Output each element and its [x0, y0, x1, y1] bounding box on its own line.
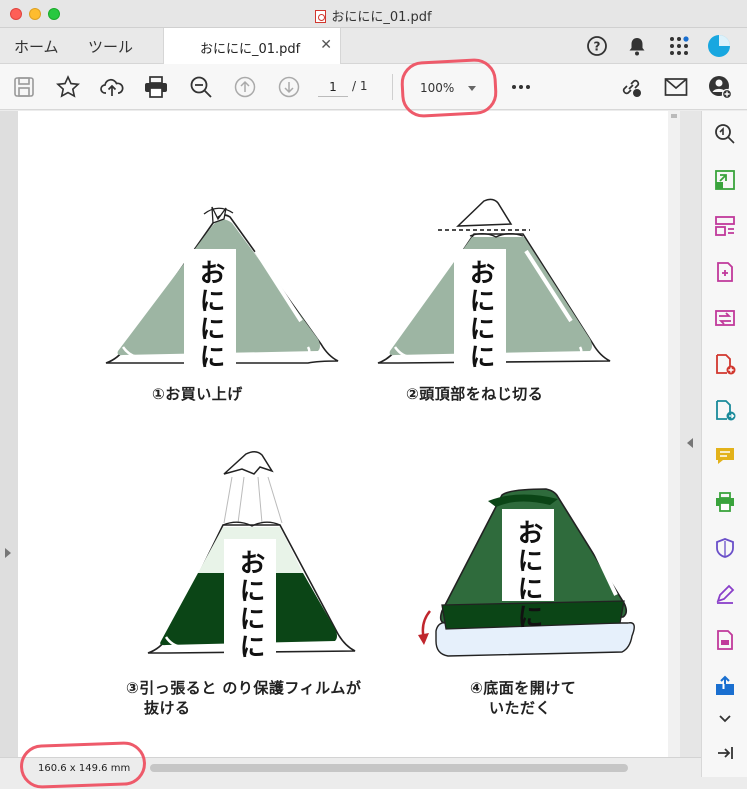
print-icon[interactable] [144, 75, 168, 99]
scrollbar-thumb[interactable] [671, 114, 677, 118]
toolbar: 1 / 1 100% [0, 64, 747, 110]
onigiri-label-2: おににに [465, 259, 495, 371]
toolbar-divider [392, 74, 393, 100]
left-panel-toggle[interactable] [0, 111, 18, 757]
step2-caption: ②頭頂部をねじ切る [406, 385, 544, 403]
annotation-circle-page-size [19, 740, 147, 789]
tab-home[interactable]: ホーム [14, 36, 59, 57]
more-options-icon[interactable] [509, 75, 533, 99]
print-production-icon[interactable] [713, 490, 737, 514]
fill-sign-icon[interactable] [713, 582, 737, 606]
right-panel-toggle[interactable] [680, 111, 701, 757]
share-link-icon[interactable] [619, 75, 643, 99]
tab-document-label: おににに_01.pdf [200, 42, 301, 57]
add-user-icon[interactable] [708, 75, 732, 99]
create-pdf-icon[interactable] [713, 352, 737, 376]
pdf-file-icon [315, 10, 327, 23]
share-upload-icon[interactable] [713, 674, 737, 698]
organize-pages-icon[interactable] [713, 214, 737, 238]
apps-grid-icon[interactable] [667, 34, 691, 58]
step3-caption-line1: ③引っ張ると のり保護フィルムが [126, 679, 362, 697]
step4-caption-line1: ④底面を開けて [470, 679, 577, 697]
page-number-input[interactable]: 1 [318, 77, 348, 97]
tab-bar: ホーム ツール おににに_01.pdf ✕ ? [0, 28, 747, 64]
svg-text:?: ? [594, 40, 601, 54]
scan-ocr-icon[interactable] [713, 628, 737, 652]
compare-files-icon[interactable] [713, 306, 737, 330]
search-zoom-icon[interactable] [713, 122, 737, 146]
collapse-panel-icon[interactable] [713, 741, 737, 765]
expand-left-icon [5, 548, 11, 558]
comment-icon[interactable] [713, 444, 737, 468]
onigiri-label-4: おににに [513, 519, 543, 631]
window-title: おににに_01.pdf [0, 6, 747, 25]
close-tab-icon[interactable]: ✕ [320, 37, 332, 53]
upload-cloud-icon[interactable] [100, 75, 124, 99]
onigiri-illustration: おににに おににに おににに おににに [105, 198, 635, 661]
onigiri-label-1: おににに [195, 259, 225, 371]
next-page-icon[interactable] [277, 75, 301, 99]
star-bookmark-icon[interactable] [56, 75, 80, 99]
bell-icon[interactable] [625, 34, 649, 58]
tab-document[interactable]: おににに_01.pdf ✕ [163, 28, 341, 64]
help-icon[interactable]: ? [585, 34, 609, 58]
save-icon[interactable] [12, 75, 36, 99]
collapse-right-icon [687, 438, 693, 448]
protect-shield-icon[interactable] [713, 536, 737, 560]
tab-tools[interactable]: ツール [88, 36, 133, 57]
step1-caption: ①お買い上げ [152, 385, 243, 403]
export-pdf-icon[interactable] [713, 168, 737, 192]
title-bar: おににに_01.pdf [0, 0, 747, 28]
horizontal-scrollbar[interactable] [150, 764, 628, 772]
vertical-scrollbar[interactable] [668, 111, 680, 757]
step3-caption-line2: 抜ける [144, 699, 191, 717]
profile-avatar[interactable] [707, 34, 731, 58]
email-icon[interactable] [664, 75, 688, 99]
send-pdf-icon[interactable] [713, 398, 737, 422]
pdf-page: おににに おににに おににに おににに ①お買い上げ ②頭頂部をねじ切る ③引っ… [18, 111, 668, 757]
previous-page-icon[interactable] [233, 75, 257, 99]
document-viewport: おににに おににに おににに おににに ①お買い上げ ②頭頂部をねじ切る ③引っ… [18, 111, 680, 757]
zoom-out-icon[interactable] [189, 75, 213, 99]
edit-pdf-icon[interactable] [713, 260, 737, 284]
annotation-circle-zoom [399, 57, 499, 119]
tools-sidebar [701, 111, 747, 777]
page-total: / 1 [352, 79, 368, 93]
onigiri-label-3: おににに [235, 549, 265, 661]
step4-caption-line2: いただく [489, 699, 552, 717]
chevron-down-icon[interactable] [713, 707, 737, 731]
